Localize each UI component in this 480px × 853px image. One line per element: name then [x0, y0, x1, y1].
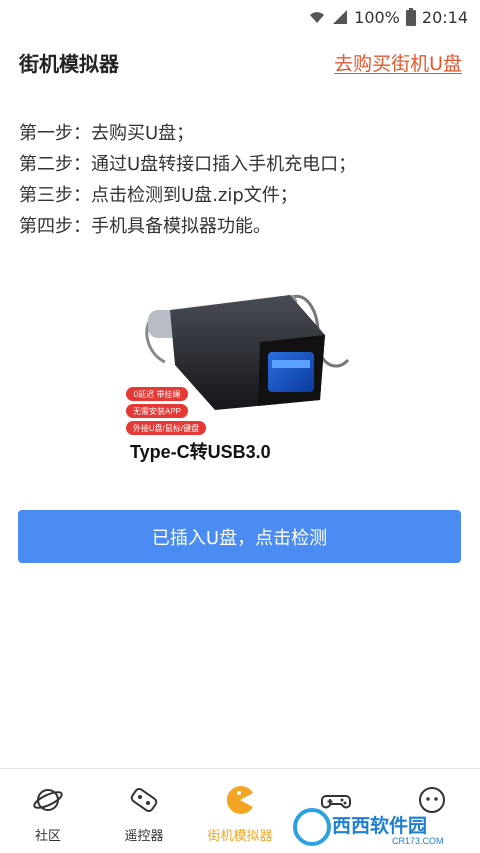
step-4: 第四步：手机具备模拟器功能。 [19, 216, 271, 237]
watermark-site: CR173.COM [392, 836, 444, 846]
nav-label-arcade: 街机模拟器 [207, 829, 273, 844]
product-caption: Type-C转USB3.0 [130, 441, 271, 462]
nav-label-community: 社区 [34, 829, 61, 844]
battery-percent: 100% [354, 7, 400, 27]
page-title: 街机模拟器 [19, 51, 119, 76]
product-image: 0延迟 带挂绳 无需安装APP 外接U盘/鼠标/键盘 Type-C转USB3.0 [120, 280, 370, 465]
clock: 20:14 [421, 7, 468, 27]
status-bar: 100% 20:14 [0, 0, 480, 34]
battery-icon [405, 8, 416, 26]
watermark-brand: 西西软件园 [332, 814, 427, 837]
product-badge-3: 外接U盘/鼠标/键盘 [133, 423, 199, 433]
product-badges: 0延迟 带挂绳 无需安装APP 外接U盘/鼠标/键盘 [126, 387, 206, 435]
buy-usb-link[interactable]: 去购买街机U盘 [334, 49, 462, 76]
detect-usb-button[interactable]: 已插入U盘，点击检测 [18, 510, 461, 563]
nav-item-arcade[interactable]: 街机模拟器 [192, 769, 288, 853]
step-1: 第一步：去购买U盘； [19, 123, 195, 144]
product-badge-2: 无需安装APP [133, 406, 181, 416]
watermark: 西西软件园 CR173.COM [292, 806, 462, 848]
nav-label-remote: 遥控器 [124, 829, 164, 844]
nav-item-remote[interactable]: 遥控器 [96, 769, 192, 853]
header: 街机模拟器 去购买街机U盘 [0, 34, 480, 90]
steps-list: 第一步：去购买U盘； 第二步：通过U盘转接口插入手机充电口； 第三步：点击检测到… [19, 118, 464, 242]
signal-icon [332, 9, 348, 25]
gamepad-remote-icon [127, 783, 161, 817]
product-badge-1: 0延迟 带挂绳 [134, 389, 181, 399]
nav-item-community[interactable]: 社区 [0, 769, 96, 853]
planet-icon [31, 783, 65, 817]
step-3: 第三步：点击检测到U盘.zip文件； [19, 185, 298, 206]
pacman-icon [223, 783, 257, 817]
wifi-icon [308, 9, 326, 25]
step-2: 第二步：通过U盘转接口插入手机充电口； [19, 154, 357, 175]
